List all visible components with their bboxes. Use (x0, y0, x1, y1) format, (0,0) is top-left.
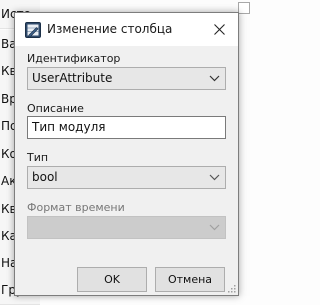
time-format-label: Формат времени (27, 201, 125, 214)
resize-grip-icon[interactable] (226, 283, 236, 293)
type-value: bool (32, 170, 58, 184)
chevron-down-icon (209, 224, 220, 231)
dialog-titlebar[interactable]: Изменение столбца (15, 13, 238, 46)
dialog-title: Изменение столбца (47, 22, 173, 36)
identifier-combobox[interactable]: UserAttribute (27, 67, 226, 90)
cancel-button[interactable]: Отмена (155, 267, 225, 292)
type-label: Тип (27, 151, 49, 164)
time-format-combobox[interactable] (27, 216, 226, 239)
identifier-value: UserAttribute (32, 71, 113, 85)
type-combobox[interactable]: bool (27, 166, 226, 189)
background-checkbox[interactable] (238, 2, 250, 14)
dialog-body: Идентификатор UserAttribute Описание Тип… (15, 46, 238, 295)
chevron-down-icon (209, 75, 220, 82)
chevron-down-icon (209, 174, 220, 181)
close-icon (213, 24, 225, 35)
description-value: Тип модуля (32, 120, 106, 134)
edit-table-icon (25, 22, 41, 38)
description-label: Описание (27, 102, 84, 115)
ok-button[interactable]: OK (77, 267, 147, 292)
description-input[interactable]: Тип модуля (27, 116, 226, 139)
identifier-label: Идентификатор (27, 52, 121, 65)
edit-column-dialog: Изменение столбца Идентификатор UserAttr… (14, 12, 239, 296)
close-button[interactable] (200, 13, 238, 46)
